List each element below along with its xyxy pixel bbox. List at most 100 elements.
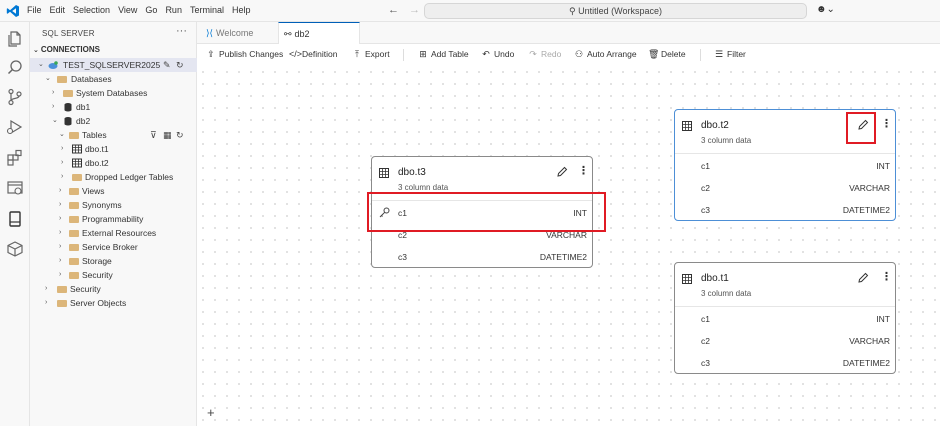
menu-file[interactable]: File [27, 5, 42, 15]
menu-terminal[interactable]: Terminal [190, 5, 224, 15]
export-button[interactable]: ⤒ Export [352, 49, 390, 60]
table-card-dbo-t3[interactable]: dbo.t3 3 column data ⋮ c1 INT c2 VARCHAR… [371, 156, 593, 268]
publish-changes-button[interactable]: ⇪ Publish Changes [206, 49, 283, 60]
column-row-c3[interactable]: c3 DATETIME2 [675, 352, 895, 374]
table-card-dbo-t2[interactable]: dbo.t2 3 column data ⋮ c1 INT c2 VARCHAR… [674, 109, 896, 221]
folder-icon [57, 300, 67, 307]
add-table-plus-button[interactable]: + [207, 405, 215, 420]
more-actions-icon[interactable]: ··· [176, 25, 187, 37]
add-table-button[interactable]: ⊞ Add Table [418, 49, 468, 60]
column-row-c3[interactable]: c3 DATETIME2 [372, 246, 592, 268]
column-row-c2[interactable]: c2 VARCHAR [675, 330, 895, 352]
sql-server-icon[interactable] [6, 210, 24, 228]
menu-bar: File Edit Selection View Go Run Terminal… [27, 5, 258, 15]
tree-item-system-databases[interactable]: › System Databases [30, 86, 197, 100]
command-center-search[interactable]: ⚲ Untitled (Workspace) [424, 3, 807, 19]
chevron-right-icon: › [59, 271, 62, 278]
run-debug-icon[interactable] [6, 118, 24, 136]
button-label: Publish Changes [219, 49, 284, 59]
tree-item-db1[interactable]: › db1 [30, 100, 197, 114]
button-label: Definition [302, 49, 338, 59]
column-name: c3 [398, 252, 407, 262]
tree-item-programmability[interactable]: › Programmability [30, 212, 197, 226]
tree-item-dbo-t2[interactable]: › dbo.t2 [30, 156, 197, 170]
tree-item-dbo-t1[interactable]: › dbo.t1 [30, 142, 197, 156]
remote-explorer-icon[interactable] [6, 179, 24, 197]
connections-header[interactable]: ⌄ CONNECTIONS [33, 45, 100, 54]
edit-connection-icon[interactable]: ✎ [163, 58, 171, 72]
tree-item-label: db1 [76, 102, 91, 112]
database-projects-icon[interactable] [6, 240, 24, 258]
edit-pencil-icon[interactable] [556, 166, 568, 178]
tab-db2-preview[interactable]: ⚯db2 (Preview)✕ [278, 22, 360, 61]
menu-help[interactable]: Help [232, 5, 251, 15]
tab-welcome[interactable]: ⟩⟨ Welcome [201, 22, 277, 44]
back-arrow-icon[interactable]: ← [388, 4, 399, 16]
menu-selection[interactable]: Selection [73, 5, 110, 15]
column-type: DATETIME2 [539, 252, 587, 262]
tree-item-server[interactable]: ⌄ TEST_SQLSERVER2025 ✎ ↻ [30, 58, 197, 72]
tree-item-views[interactable]: › Views [30, 184, 197, 198]
column-row-c1[interactable]: c1 INT [675, 155, 895, 177]
copilot-button[interactable]: ☻⌄ [816, 4, 835, 15]
filter-icon[interactable]: ⊽ [150, 128, 157, 142]
more-vertical-icon[interactable]: ⋮ [881, 270, 892, 283]
tree-item-db2[interactable]: ⌄ db2 [30, 114, 197, 128]
menu-edit[interactable]: Edit [50, 5, 66, 15]
tree-item-label: db2 [76, 116, 91, 126]
tree-item-db-security[interactable]: › Security [30, 268, 197, 282]
more-vertical-icon[interactable]: ⋮ [881, 117, 892, 130]
undo-button[interactable]: ↶ Undo [481, 49, 514, 60]
column-row-c2[interactable]: c2 VARCHAR [372, 224, 592, 246]
tree-item-label: Databases [71, 74, 112, 84]
workspace-name: Untitled (Workspace) [578, 6, 662, 16]
folder-icon [69, 216, 79, 223]
column-row-c1[interactable]: c1 INT [372, 202, 592, 224]
tree-item-dropped-ledger-tables[interactable]: › Dropped Ledger Tables [30, 170, 197, 184]
redo-button[interactable]: ↷ Redo [528, 49, 561, 60]
tree-item-label: dbo.t2 [85, 158, 109, 168]
tree-item-label: Tables [82, 130, 107, 140]
auto-arrange-button[interactable]: ⚇ Auto Arrange [574, 49, 637, 60]
column-name: c2 [398, 230, 407, 240]
tree-item-synonyms[interactable]: › Synonyms [30, 198, 197, 212]
refresh-icon[interactable]: ↻ [176, 128, 184, 142]
tree-item-tables[interactable]: ⌄ Tables ⊽ ▦ ↻ [30, 128, 197, 142]
refresh-icon[interactable]: ↻ [176, 58, 184, 72]
tree-item-label: System Databases [76, 88, 148, 98]
column-row-c3[interactable]: c3 DATETIME2 [675, 199, 895, 221]
connections-label: CONNECTIONS [40, 45, 100, 54]
delete-button[interactable]: 🗑 Delete [648, 49, 686, 60]
filter-button[interactable]: ☰ Filter [714, 49, 746, 60]
diagram-canvas[interactable]: dbo.t3 3 column data ⋮ c1 INT c2 VARCHAR… [197, 66, 940, 426]
table-designer-icon[interactable]: ▦ [163, 128, 172, 142]
tree-item-server-objects[interactable]: › Server Objects [30, 296, 197, 310]
chevron-right-icon: › [59, 215, 62, 222]
extensions-icon[interactable] [6, 149, 24, 167]
column-row-c1[interactable]: c1 INT [675, 308, 895, 330]
tree-item-databases[interactable]: ⌄ Databases [30, 72, 197, 86]
tree-item-external-resources[interactable]: › External Resources [30, 226, 197, 240]
table-icon [682, 121, 692, 131]
chevron-down-icon: ⌄ [33, 47, 39, 54]
tree-item-server-security[interactable]: › Security [30, 282, 197, 296]
search-icon[interactable] [6, 59, 24, 77]
forward-arrow-icon[interactable]: → [409, 4, 420, 16]
column-row-c2[interactable]: c2 VARCHAR [675, 177, 895, 199]
edit-pencil-icon[interactable] [857, 119, 869, 131]
table-card-dbo-t1[interactable]: dbo.t1 3 column data ⋮ c1 INT c2 VARCHAR… [674, 262, 896, 374]
tree-item-storage[interactable]: › Storage [30, 254, 197, 268]
folder-icon [69, 188, 79, 195]
definition-button[interactable]: </>Definition [289, 49, 337, 59]
tree-item-label: TEST_SQLSERVER2025 [63, 60, 161, 70]
menu-run[interactable]: Run [165, 5, 182, 15]
more-vertical-icon[interactable]: ⋮ [578, 164, 589, 177]
menu-view[interactable]: View [118, 5, 137, 15]
tree-item-service-broker[interactable]: › Service Broker [30, 240, 197, 254]
menu-go[interactable]: Go [145, 5, 157, 15]
diagram-icon: ⚯ [284, 29, 292, 39]
explorer-icon[interactable] [6, 30, 24, 48]
tree-item-label: Synonyms [82, 200, 122, 210]
source-control-icon[interactable] [6, 88, 24, 106]
edit-pencil-icon[interactable] [857, 272, 869, 284]
